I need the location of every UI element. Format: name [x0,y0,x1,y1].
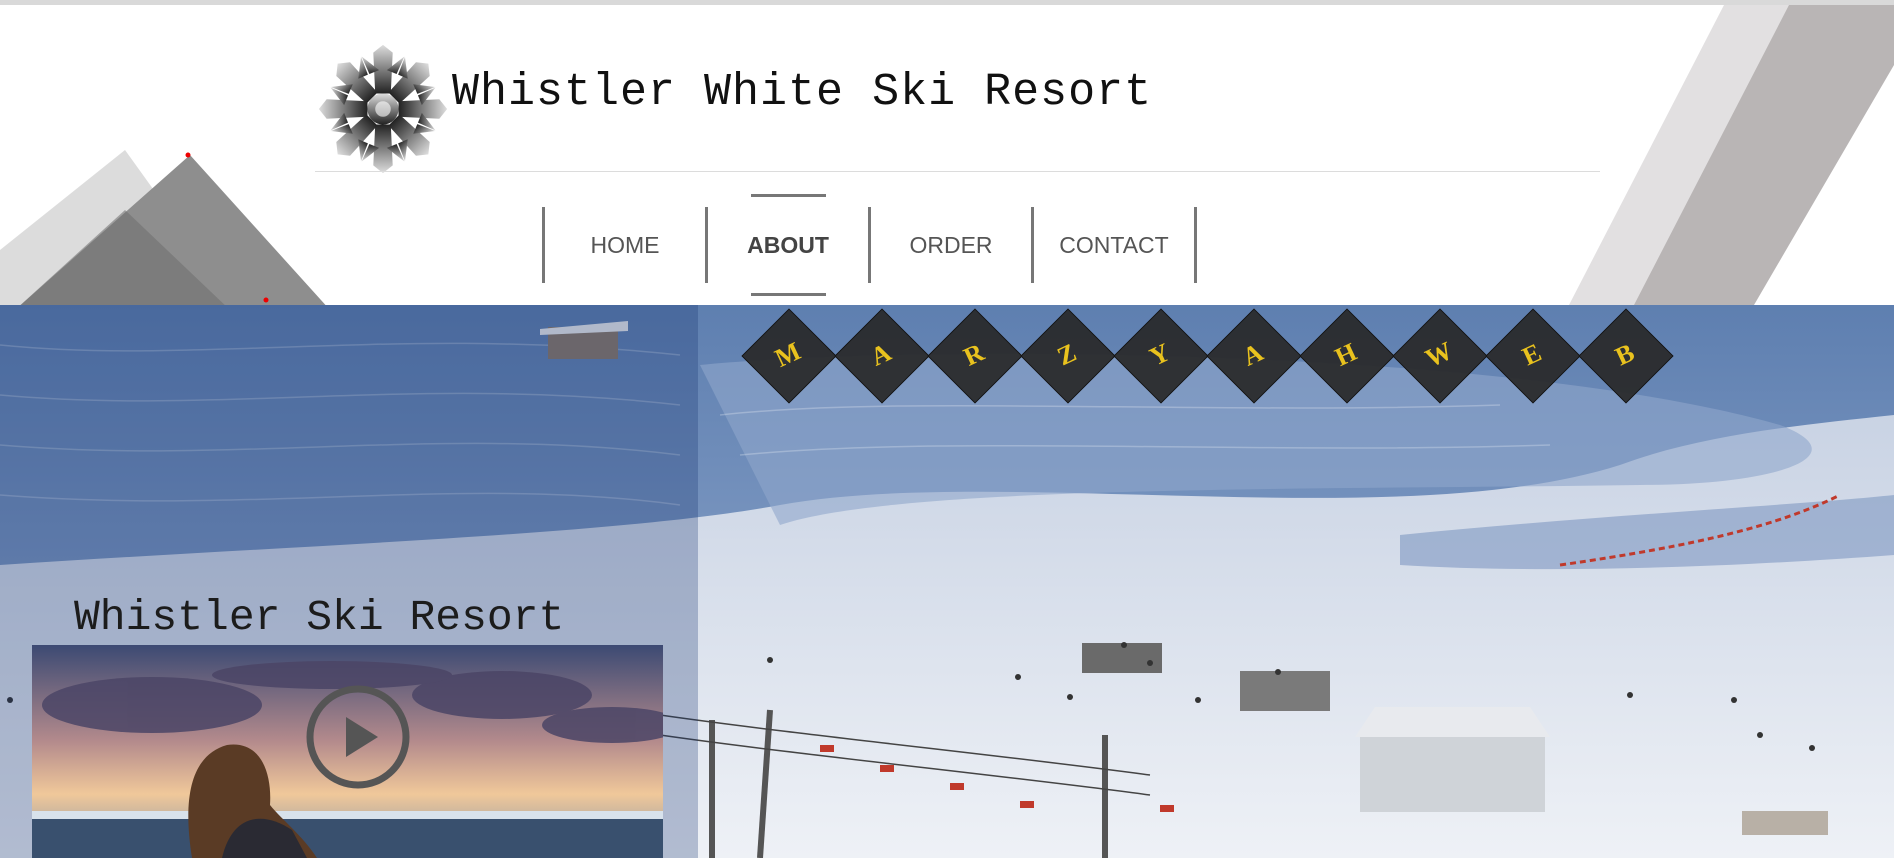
active-indicator-bottom [751,293,826,296]
diamond-letter: Y [1113,308,1209,404]
diamond-letter: E [1485,308,1581,404]
nav-item-order[interactable]: ORDER [871,205,1031,285]
diamond-letter: A [834,308,930,404]
stripes-decoration [1569,5,1894,305]
diamond-letter: M [741,308,837,404]
diamond-letter: Z [1020,308,1116,404]
diamond-letter: A [1206,308,1302,404]
nav-item-contact[interactable]: CONTACT [1034,205,1194,285]
site-header: Whistler White Ski Resort HOME ABOUT ORD… [0,5,1894,305]
snowflake-logo-icon [318,44,448,174]
nav-item-label: ABOUT [747,231,829,258]
diamond-letter: H [1299,308,1395,404]
nav-separator [1194,207,1197,283]
nav-item-label: CONTACT [1059,231,1169,258]
main-nav: HOME ABOUT ORDER CONTACT [542,194,1197,296]
active-indicator-top [751,194,826,197]
site-title: Whistler White Ski Resort [452,67,1153,118]
nav-item-about[interactable]: ABOUT [708,194,868,296]
hero-section: M A R Z Y A H W E B Whistler Ski Resort [0,305,1894,858]
header-divider [315,171,1600,172]
play-icon[interactable] [306,685,410,789]
video-thumbnail[interactable] [32,645,663,858]
nav-item-label: HOME [590,231,660,258]
nav-item-home[interactable]: HOME [545,205,705,285]
hero-subtitle: Whistler Ski Resort [74,593,565,642]
diamond-letter: R [927,308,1023,404]
mountain-decoration [0,150,326,305]
nav-item-label: ORDER [909,231,993,258]
diamond-letter: B [1578,308,1674,404]
diamond-letter: W [1392,308,1488,404]
